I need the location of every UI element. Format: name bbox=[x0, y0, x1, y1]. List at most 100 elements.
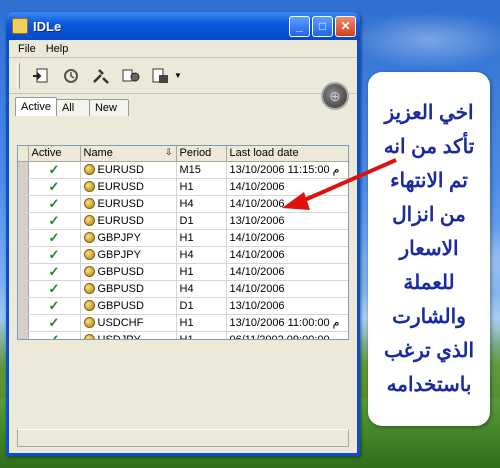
row-selector[interactable] bbox=[18, 246, 29, 264]
status-bar bbox=[17, 429, 349, 447]
table-row[interactable]: ✓ GBPJPY H4 14/10/2006 bbox=[18, 246, 348, 264]
import-icon[interactable] bbox=[28, 63, 54, 89]
table-row[interactable]: ✓ GBPUSD D1 13/10/2006 bbox=[18, 297, 348, 315]
date-cell: 14/10/2006 bbox=[226, 195, 348, 213]
row-selector[interactable] bbox=[18, 195, 29, 213]
symbol-icon bbox=[83, 214, 95, 226]
symbol-cell: GBPUSD bbox=[80, 280, 177, 298]
active-check-icon[interactable]: ✓ bbox=[28, 246, 81, 264]
table-row[interactable]: ✓ EURUSD H1 14/10/2006 bbox=[18, 178, 348, 196]
symbol-icon bbox=[83, 316, 95, 328]
symbol-cell: GBPUSD bbox=[80, 297, 177, 315]
period-cell: D1 bbox=[176, 212, 227, 230]
period-cell: H1 bbox=[176, 263, 227, 281]
tab-active[interactable]: Active bbox=[15, 97, 57, 116]
window-title: IDLe bbox=[33, 18, 62, 34]
period-cell: H4 bbox=[176, 246, 227, 264]
symbol-icon bbox=[83, 299, 95, 311]
row-selector[interactable] bbox=[18, 280, 29, 298]
table-row[interactable]: ✓ EURUSD M15 13/10/2006 11:15:00 م bbox=[18, 161, 348, 179]
active-check-icon[interactable]: ✓ bbox=[28, 297, 81, 315]
maximize-button[interactable]: □ bbox=[312, 15, 333, 37]
terminal-icon[interactable]: ⊕ bbox=[321, 82, 349, 110]
row-selector[interactable] bbox=[18, 212, 29, 230]
table-row[interactable]: ✓ EURUSD D1 13/10/2006 bbox=[18, 212, 348, 230]
table-row[interactable]: ✓ GBPUSD H1 14/10/2006 bbox=[18, 263, 348, 281]
row-selector[interactable] bbox=[18, 331, 29, 339]
symbol-name: GBPUSD bbox=[97, 282, 144, 295]
chevron-down-icon[interactable]: ▼ bbox=[174, 71, 182, 80]
table-row[interactable]: ✓ EURUSD H4 14/10/2006 bbox=[18, 195, 348, 213]
menu-help[interactable]: Help bbox=[41, 43, 74, 55]
symbols-grid: Active Name ⇩ Period Last load date ✓ EURU… bbox=[17, 145, 349, 340]
chart-dropdown-icon[interactable] bbox=[148, 63, 174, 89]
period-cell: M15 bbox=[176, 161, 227, 179]
row-selector[interactable] bbox=[18, 297, 29, 315]
refresh-icon[interactable] bbox=[58, 63, 84, 89]
header-last-load-date[interactable]: Last load date bbox=[226, 146, 348, 162]
tools-icon[interactable] bbox=[88, 63, 114, 89]
symbol-name: GBPUSD bbox=[97, 265, 144, 278]
tab-strip: Active All New bbox=[9, 96, 357, 116]
symbol-name: GBPJPY bbox=[97, 231, 141, 244]
active-check-icon[interactable]: ✓ bbox=[28, 280, 81, 298]
active-check-icon[interactable]: ✓ bbox=[28, 195, 81, 213]
toolbar-grip[interactable] bbox=[17, 62, 20, 89]
header-period[interactable]: Period bbox=[176, 146, 227, 162]
menu-file[interactable]: File bbox=[13, 43, 41, 55]
window-client: File Help ▼ ⊕ Active All New Active Name… bbox=[9, 40, 357, 453]
close-button[interactable]: ✕ bbox=[335, 15, 356, 37]
row-selector[interactable] bbox=[18, 161, 29, 179]
annotation-line: تم الانتهاء bbox=[390, 170, 468, 192]
row-selector[interactable] bbox=[18, 263, 29, 281]
symbol-name: USDJPY bbox=[97, 333, 141, 340]
table-row[interactable]: ✓ USDJPY H1 06/11/2002 09:00:00 م bbox=[18, 331, 348, 340]
period-cell: H4 bbox=[176, 280, 227, 298]
row-selector[interactable] bbox=[18, 314, 29, 332]
row-selector[interactable] bbox=[18, 178, 29, 196]
symbol-name: EURUSD bbox=[97, 180, 144, 193]
annotation-callout: اخي العزيز تأكد من انه تم الانتهاء من انزال… bbox=[368, 72, 490, 426]
symbol-icon bbox=[83, 180, 95, 192]
tab-all[interactable]: All bbox=[55, 99, 90, 116]
header-name-label: Name bbox=[83, 147, 113, 160]
annotation-line: للعملة والشارت bbox=[392, 272, 466, 328]
annotation-line: الاسعار bbox=[399, 238, 459, 260]
table-row[interactable]: ✓ USDCHF H1 13/10/2006 11:00:00 م bbox=[18, 314, 348, 332]
symbols-table: Active Name ⇩ Period Last load date ✓ EURU… bbox=[18, 146, 348, 340]
annotation-line: اخي العزيز bbox=[384, 102, 474, 124]
symbol-cell: EURUSD bbox=[80, 212, 177, 230]
symbol-name: GBPJPY bbox=[97, 248, 141, 261]
menu-bar: File Help bbox=[9, 40, 357, 58]
active-check-icon[interactable]: ✓ bbox=[28, 331, 81, 339]
symbol-icon bbox=[83, 231, 95, 243]
active-check-icon[interactable]: ✓ bbox=[28, 229, 81, 247]
symbol-cell: USDCHF bbox=[80, 314, 177, 332]
date-cell: 14/10/2006 bbox=[226, 229, 348, 247]
table-header-row: Active Name ⇩ Period Last load date bbox=[18, 146, 348, 162]
date-cell: 14/10/2006 bbox=[226, 280, 348, 298]
symbol-cell: GBPUSD bbox=[80, 263, 177, 281]
date-cell: 14/10/2006 bbox=[226, 263, 348, 281]
period-cell: H1 bbox=[176, 314, 227, 332]
header-active[interactable]: Active bbox=[28, 146, 81, 162]
active-check-icon[interactable]: ✓ bbox=[28, 314, 81, 332]
tab-new[interactable]: New bbox=[88, 99, 129, 116]
active-check-icon[interactable]: ✓ bbox=[28, 161, 81, 179]
header-selector bbox=[18, 146, 29, 162]
header-name[interactable]: Name ⇩ bbox=[80, 146, 177, 162]
active-check-icon[interactable]: ✓ bbox=[28, 178, 81, 196]
active-check-icon[interactable]: ✓ bbox=[28, 212, 81, 230]
annotation-line: تأكد من انه bbox=[383, 136, 475, 158]
active-check-icon[interactable]: ✓ bbox=[28, 263, 81, 281]
annotation-text: اخي العزيز تأكد من انه تم الانتهاء من انزال… bbox=[374, 96, 484, 402]
date-cell: 13/10/2006 11:15:00 م bbox=[226, 161, 348, 179]
minimize-button[interactable]: _ bbox=[289, 15, 310, 37]
table-row[interactable]: ✓ GBPJPY H1 14/10/2006 bbox=[18, 229, 348, 247]
symbol-cell: EURUSD bbox=[80, 195, 177, 213]
table-row[interactable]: ✓ GBPUSD H4 14/10/2006 bbox=[18, 280, 348, 298]
title-bar[interactable]: IDLe _ □ ✕ bbox=[6, 12, 360, 40]
period-cell: H4 bbox=[176, 195, 227, 213]
settings-icon[interactable] bbox=[118, 63, 144, 89]
row-selector[interactable] bbox=[18, 229, 29, 247]
